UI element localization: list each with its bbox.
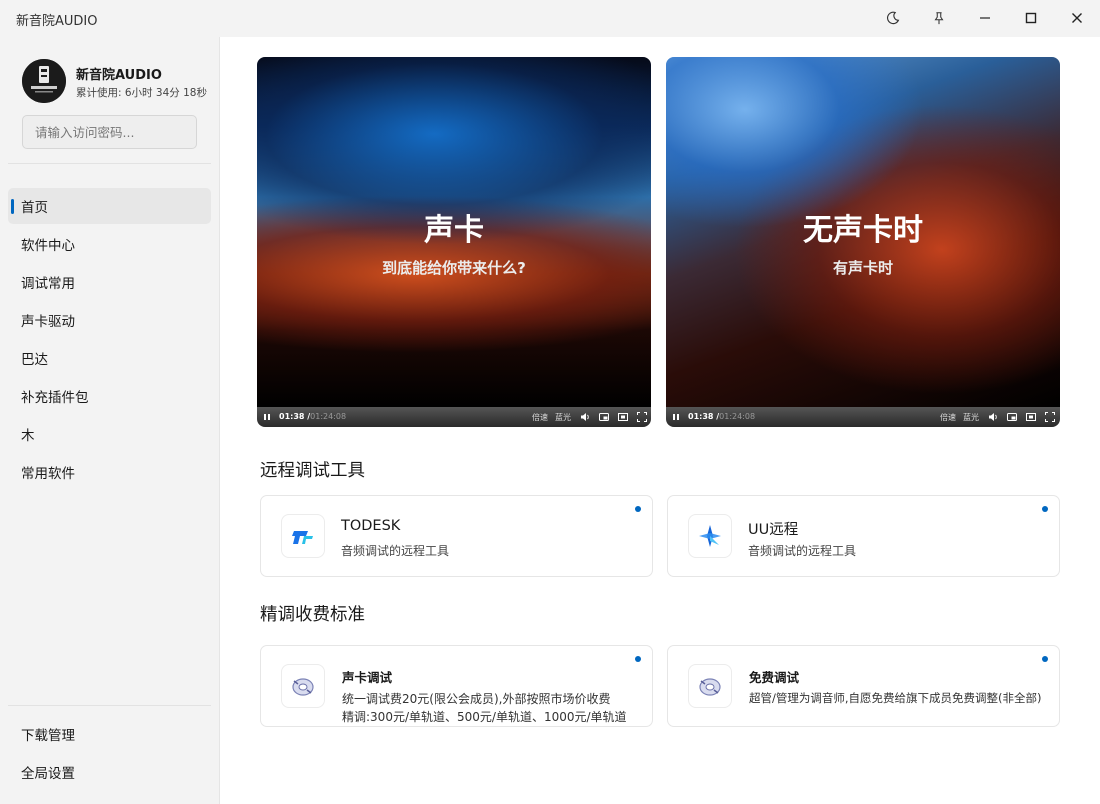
card-description-line: 统一调试费20元(限公会成员),外部按照市场价收费 bbox=[342, 692, 611, 706]
sidebar-divider bbox=[8, 163, 211, 164]
video-title: 无声卡时 bbox=[803, 213, 923, 248]
nav-item-software-center[interactable]: 软件中心 bbox=[8, 226, 211, 262]
tuning-disc-icon bbox=[688, 664, 732, 708]
pip-icon[interactable] bbox=[1006, 411, 1018, 423]
total-time: 01:24:08 bbox=[310, 412, 347, 421]
status-dot bbox=[1042, 506, 1048, 512]
card-description: 音频调试的远程工具 bbox=[748, 544, 857, 558]
nav-item-global-settings[interactable]: 全局设置 bbox=[8, 754, 211, 790]
video-subtitle: 到底能给你带来什么? bbox=[382, 259, 526, 277]
widescreen-icon[interactable] bbox=[617, 411, 629, 423]
bluray-button[interactable]: 蓝光 bbox=[963, 412, 979, 423]
password-input[interactable] bbox=[22, 115, 197, 149]
video-control-bar: 01:38 /01:24:08 倍速 蓝光 bbox=[666, 407, 1060, 427]
status-dot bbox=[635, 506, 641, 512]
nav-item-label: 巴达 bbox=[21, 352, 48, 368]
speed-button[interactable]: 倍速 bbox=[532, 412, 548, 423]
pip-icon[interactable] bbox=[598, 411, 610, 423]
section-title-pricing: 精调收费标准 bbox=[260, 605, 365, 625]
nav-item-label: 全局设置 bbox=[21, 766, 75, 782]
maximize-icon[interactable] bbox=[1016, 4, 1046, 32]
video-time: 01:38 /01:24:08 bbox=[688, 412, 755, 421]
total-time: 01:24:08 bbox=[719, 412, 756, 421]
user-name: 新音院AUDIO bbox=[76, 68, 162, 83]
nav-item-common-software[interactable]: 常用软件 bbox=[8, 454, 211, 490]
nav-item-plugin-pack[interactable]: 补充插件包 bbox=[8, 378, 211, 414]
section-title-remote: 远程调试工具 bbox=[260, 461, 365, 481]
nav-item-label: 软件中心 bbox=[21, 238, 75, 254]
video-player[interactable]: 声卡 到底能给你带来什么? 01:38 /01:24:08 倍速 蓝光 bbox=[257, 57, 651, 427]
current-time: 01:38 / bbox=[279, 412, 311, 421]
sound-card-debug-card[interactable]: 声卡调试 统一调试费20元(限公会成员),外部按照市场价收费 精调:300元/单… bbox=[260, 645, 653, 727]
theme-moon-icon[interactable] bbox=[878, 4, 908, 32]
nav-item-download-manager[interactable]: 下载管理 bbox=[8, 716, 211, 752]
nav-item-label: 首页 bbox=[21, 200, 48, 216]
minimize-icon[interactable] bbox=[970, 4, 1000, 32]
bluray-button[interactable]: 蓝光 bbox=[555, 412, 571, 423]
sidebar-divider bbox=[8, 705, 211, 706]
nav-item-debug-common[interactable]: 调试常用 bbox=[8, 264, 211, 300]
card-title: 声卡调试 bbox=[342, 670, 393, 685]
close-icon[interactable] bbox=[1062, 4, 1092, 32]
speed-button[interactable]: 倍速 bbox=[940, 412, 956, 423]
uu-remote-card[interactable]: UU远程 音频调试的远程工具 bbox=[667, 495, 1060, 577]
pause-icon[interactable] bbox=[670, 411, 682, 423]
card-description-line: 超管/管理为调音师,自愿免费给旗下成员免费调整(非全部) bbox=[749, 691, 1042, 705]
video-title: 声卡 bbox=[424, 213, 484, 248]
nav-item-bada[interactable]: 巴达 bbox=[8, 340, 211, 376]
fullscreen-icon[interactable] bbox=[1044, 411, 1056, 423]
status-dot bbox=[1042, 656, 1048, 662]
nav-item-sound-card-driver[interactable]: 声卡驱动 bbox=[8, 302, 211, 338]
todesk-icon bbox=[281, 514, 325, 558]
nav-item-label: 声卡驱动 bbox=[21, 314, 75, 330]
todesk-card[interactable]: TODESK 音频调试的远程工具 bbox=[260, 495, 653, 577]
avatar[interactable] bbox=[22, 59, 66, 103]
free-debug-card[interactable]: 免费调试 超管/管理为调音师,自愿免费给旗下成员免费调整(非全部) bbox=[667, 645, 1060, 727]
card-title: TODESK bbox=[341, 518, 401, 534]
nav-item-label: 调试常用 bbox=[21, 276, 75, 292]
current-time: 01:38 / bbox=[688, 412, 720, 421]
nav-item-home[interactable]: 首页 bbox=[8, 188, 211, 224]
nav-item-label: 常用软件 bbox=[21, 466, 75, 482]
video-time: 01:38 /01:24:08 bbox=[279, 412, 346, 421]
nav-item-label: 补充插件包 bbox=[21, 390, 89, 406]
title-bar: 新音院AUDIO bbox=[0, 0, 1100, 37]
card-title: UU远程 bbox=[748, 522, 799, 538]
card-description-line: 精调:300元/单轨道、500元/单轨道、1000元/单轨道 bbox=[342, 710, 627, 724]
volume-icon[interactable] bbox=[579, 411, 591, 423]
window-title: 新音院AUDIO bbox=[16, 14, 98, 29]
pause-icon[interactable] bbox=[261, 411, 273, 423]
widescreen-icon[interactable] bbox=[1025, 411, 1037, 423]
uu-remote-icon bbox=[688, 514, 732, 558]
usage-time: 累计使用: 6小时 34分 18秒 bbox=[76, 87, 207, 99]
nav-item-label: 木 bbox=[21, 428, 35, 444]
video-control-bar: 01:38 /01:24:08 倍速 蓝光 bbox=[257, 407, 651, 427]
tuning-disc-icon bbox=[281, 664, 325, 708]
volume-icon[interactable] bbox=[987, 411, 999, 423]
video-subtitle: 有声卡时 bbox=[832, 259, 893, 277]
nav-item-label: 下载管理 bbox=[21, 728, 75, 744]
video-player[interactable]: 无声卡时 有声卡时 01:38 /01:24:08 倍速 蓝光 bbox=[666, 57, 1060, 427]
pin-icon[interactable] bbox=[924, 4, 954, 32]
nav-item-mu[interactable]: 木 bbox=[8, 416, 211, 452]
card-title: 免费调试 bbox=[749, 670, 800, 685]
sidebar: 新音院AUDIO 累计使用: 6小时 34分 18秒 首页 软件中心 调试常用 … bbox=[0, 37, 220, 804]
fullscreen-icon[interactable] bbox=[636, 411, 648, 423]
card-description: 音频调试的远程工具 bbox=[341, 544, 450, 558]
status-dot bbox=[635, 656, 641, 662]
